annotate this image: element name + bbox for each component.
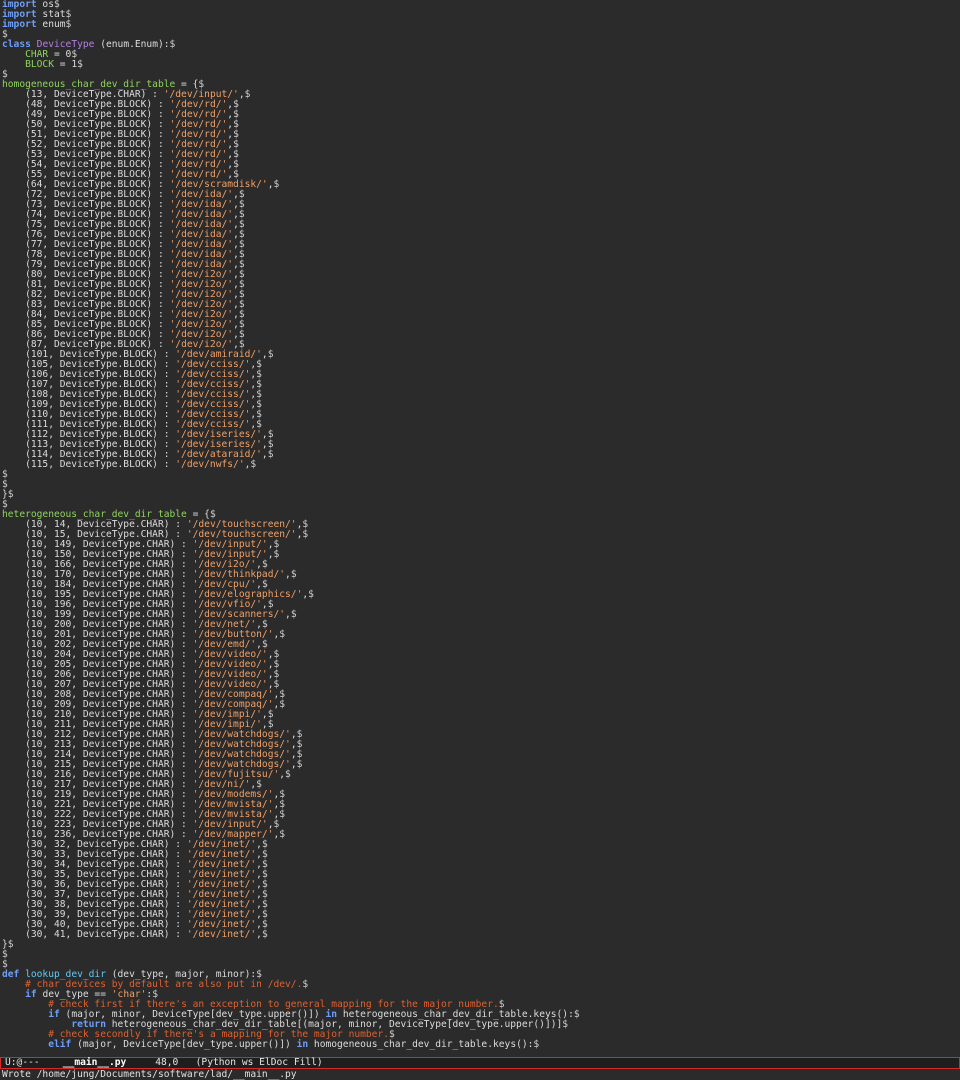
eol-marker: $ <box>290 569 297 580</box>
eol-marker: $ <box>296 759 303 770</box>
minibuffer[interactable]: Wrote /home/jung/Documents/software/lad/… <box>0 1069 960 1080</box>
code-token: (major, DeviceType[dev_type.upper()]) <box>71 1039 297 1050</box>
code-line[interactable]: import enum$ <box>2 20 960 30</box>
code-line[interactable]: (115, DeviceType.BLOCK) : '/dev/nwfs/',$ <box>2 460 960 470</box>
code-token: '/dev/inet/' <box>186 929 257 940</box>
mode-line: U:@--- __main__.py 48,0 (Python ws ElDoc… <box>0 1057 960 1069</box>
code-line[interactable]: CHAR = 0$ <box>2 50 960 60</box>
eol-marker: $ <box>533 1039 540 1050</box>
eol-marker: $ <box>273 549 280 560</box>
editor-buffer[interactable]: import os$ import stat$ import enum$ $ class… <box>0 0 960 1056</box>
eol-marker: $ <box>273 179 280 190</box>
eol-marker: $ <box>169 39 176 50</box>
code-line[interactable]: elif (major, DeviceType[dev_type.upper()… <box>2 1040 960 1050</box>
eol-marker: $ <box>285 769 291 780</box>
eol-marker: $ <box>279 629 286 640</box>
code-token: enum <box>36 19 66 30</box>
eol-marker: $ <box>267 449 274 460</box>
eol-marker: $ <box>562 1019 569 1030</box>
code-token: '/dev/nwfs/' <box>175 459 245 470</box>
code-line[interactable]: }$ <box>2 490 960 500</box>
code-token: = 1 <box>54 59 78 70</box>
code-line[interactable]: $ <box>2 950 960 960</box>
code-token: (115, DeviceType.BLOCK) : <box>2 459 176 470</box>
eol-marker: $ <box>308 589 314 600</box>
buffer-name[interactable]: __main__.py <box>63 1057 127 1068</box>
eol-marker: $ <box>279 809 286 820</box>
code-line[interactable]: }$ <box>2 940 960 950</box>
code-token: (30, 41, DeviceType.CHAR) : <box>2 929 187 940</box>
code-line[interactable]: import os$ <box>2 0 960 10</box>
code-token: in <box>296 1039 309 1050</box>
eol-marker: $ <box>244 89 251 100</box>
eol-marker: $ <box>302 979 309 990</box>
code-token: elif <box>48 1039 72 1050</box>
code-token: homogeneous_char_dev_dir_table.keys(): <box>308 1039 534 1050</box>
eol-marker: $ <box>261 929 268 940</box>
code-line[interactable]: $ <box>2 470 960 480</box>
major-mode[interactable]: (Python ws ElDoc Fill) <box>196 1057 323 1068</box>
eol-marker: $ <box>267 349 274 360</box>
code-line[interactable]: BLOCK = 1$ <box>2 60 960 70</box>
eol-marker: $ <box>65 19 72 30</box>
eol-marker: $ <box>302 529 309 540</box>
mode-line-status: U:@--- <box>5 1057 40 1068</box>
code-line[interactable]: $ <box>2 480 960 490</box>
eol-marker: $ <box>77 59 83 70</box>
eol-marker: $ <box>290 609 297 620</box>
eol-marker: $ <box>279 829 286 840</box>
minibuffer-message: Wrote /home/jung/Documents/software/lad/… <box>2 1069 297 1080</box>
eol-marker: $ <box>7 489 14 500</box>
cursor-position: 48,0 <box>155 1057 179 1068</box>
code-token: BLOCK <box>25 59 54 70</box>
code-line[interactable]: import stat$ <box>2 10 960 20</box>
eol-marker: $ <box>250 459 257 470</box>
code-token: (enum.Enum): <box>94 39 170 50</box>
code-line[interactable]: (30, 41, DeviceType.CHAR) : '/dev/inet/'… <box>2 930 960 940</box>
eol-marker: $ <box>573 1009 580 1020</box>
eol-marker: $ <box>279 699 286 710</box>
eol-marker: $ <box>7 939 14 950</box>
code-line[interactable]: class DeviceType (enum.Enum):$ <box>2 40 960 50</box>
